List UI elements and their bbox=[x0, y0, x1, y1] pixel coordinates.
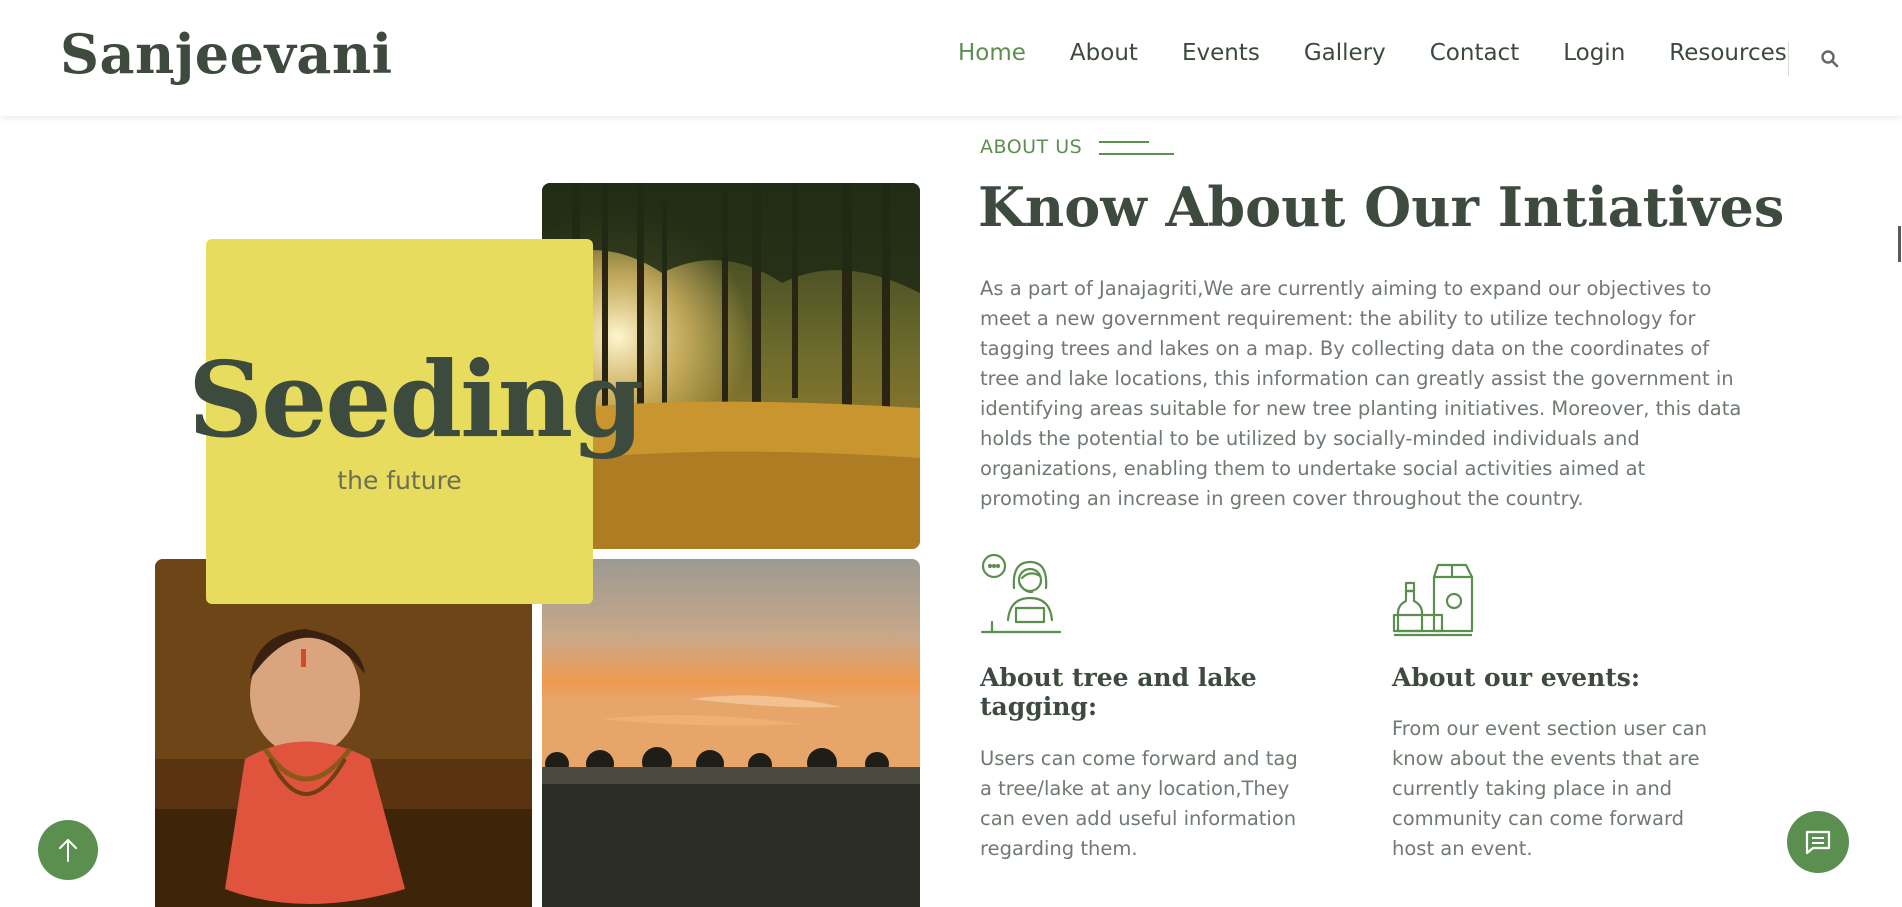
nav-login[interactable]: Login bbox=[1563, 40, 1625, 66]
hero-subtitle: the future bbox=[337, 466, 462, 495]
nav-gallery[interactable]: Gallery bbox=[1304, 40, 1386, 66]
chat-icon bbox=[1805, 830, 1831, 855]
section-heading: Know About Our Intiatives bbox=[978, 175, 1785, 239]
nav-divider bbox=[1788, 42, 1789, 76]
section-eyebrow: ABOUT US bbox=[980, 136, 1083, 158]
nav-resources[interactable]: Resources bbox=[1669, 40, 1786, 66]
nav-home[interactable]: Home bbox=[958, 40, 1026, 66]
feature-text-tagging: Users can come forward and tag a tree/la… bbox=[980, 747, 1298, 860]
eyebrow-decoration-line bbox=[1099, 141, 1149, 143]
eyebrow-decoration-line bbox=[1099, 153, 1174, 155]
main-nav: Home About Events Gallery Contact Login … bbox=[958, 40, 1787, 66]
nav-contact[interactable]: Contact bbox=[1430, 40, 1519, 66]
hero-title: Seeding bbox=[188, 338, 644, 461]
sunset-photo bbox=[542, 559, 920, 907]
scroll-to-top-button[interactable] bbox=[38, 820, 98, 880]
support-person-icon bbox=[980, 553, 1062, 634]
arrow-up-icon bbox=[59, 839, 77, 862]
chat-button[interactable] bbox=[1787, 811, 1849, 873]
scrollbar-edge bbox=[1898, 226, 1901, 262]
site-header: Sanjeevani Home About Events Gallery Con… bbox=[0, 0, 1902, 116]
nav-about[interactable]: About bbox=[1070, 40, 1138, 66]
grocery-items-icon bbox=[1392, 563, 1474, 637]
child-photo bbox=[155, 559, 532, 907]
search-icon[interactable] bbox=[1820, 49, 1840, 69]
feature-title-events: About our events: bbox=[1392, 663, 1641, 692]
feature-text-events: From our event section user can know abo… bbox=[1392, 717, 1707, 860]
section-intro: As a part of Janajagriti,We are currentl… bbox=[980, 277, 1742, 510]
brand-logo[interactable]: Sanjeevani bbox=[60, 22, 393, 86]
nav-events[interactable]: Events bbox=[1182, 40, 1260, 66]
feature-title-tagging: About tree and lake tagging: bbox=[980, 663, 1257, 721]
